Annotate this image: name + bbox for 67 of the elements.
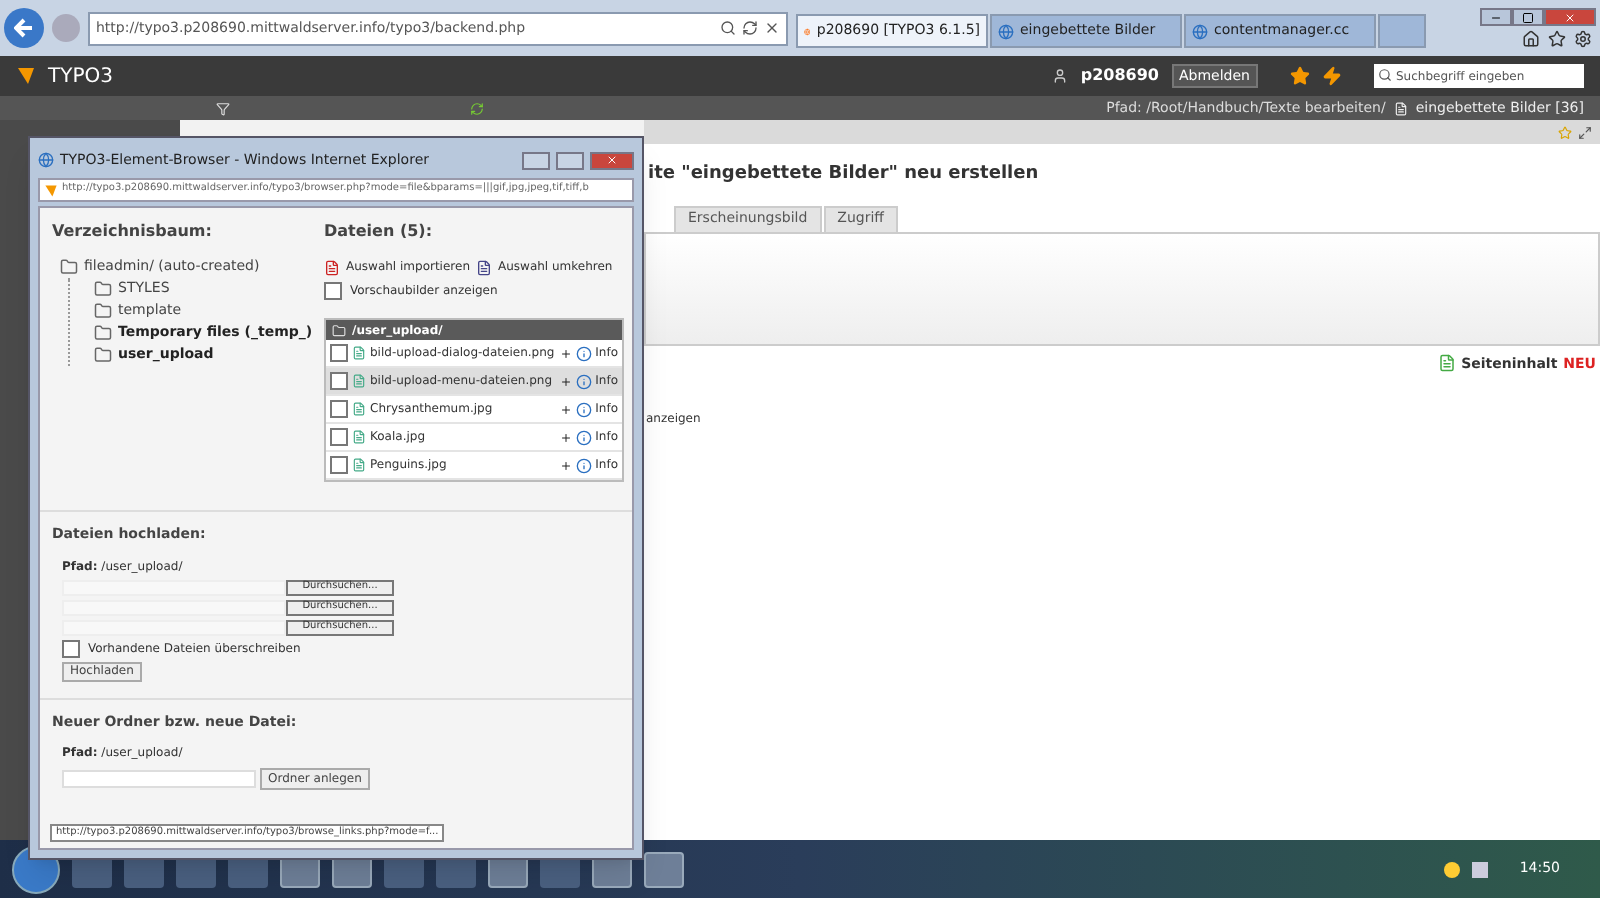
browser-icon <box>38 152 54 168</box>
section-heading: Verzeichnisbaum: <box>52 220 214 244</box>
star-icon[interactable] <box>1548 30 1566 48</box>
image-file-icon <box>352 374 366 388</box>
checkbox[interactable] <box>330 400 348 418</box>
folder-icon <box>60 258 78 276</box>
page-heading: ite "eingebettete Bilder" neu erstellen <box>648 162 1041 188</box>
info-icon <box>575 373 592 389</box>
back-button[interactable] <box>4 8 44 48</box>
invert-icon <box>476 259 492 275</box>
refresh-icon[interactable] <box>470 101 484 115</box>
checkbox[interactable] <box>330 428 348 446</box>
minimize-icon <box>1490 11 1502 23</box>
maximize-button[interactable] <box>1512 8 1544 26</box>
file-input[interactable] <box>62 579 286 595</box>
info-icon <box>575 429 592 445</box>
plus-icon[interactable] <box>559 403 572 415</box>
info-icon <box>575 345 592 361</box>
folder-icon <box>94 302 112 320</box>
folder-icon <box>94 324 112 342</box>
search-icon <box>1378 68 1392 82</box>
maximize-icon <box>1522 11 1534 23</box>
checkbox[interactable] <box>330 372 348 390</box>
close-icon[interactable] <box>764 20 780 36</box>
settings-icon[interactable] <box>1574 30 1592 48</box>
lightning-icon[interactable] <box>1322 66 1342 86</box>
plus-icon[interactable] <box>559 459 572 471</box>
section-heading: Dateien (5): <box>324 220 435 244</box>
logo-icon <box>44 183 58 197</box>
fullscreen-icon[interactable] <box>1578 125 1592 139</box>
folder-icon <box>94 346 112 364</box>
close-icon <box>606 154 618 166</box>
checkbox[interactable] <box>62 639 80 657</box>
user-name[interactable]: p208690 <box>1080 64 1159 88</box>
checkbox[interactable] <box>324 282 342 300</box>
left-arrow-icon <box>14 18 34 38</box>
image-file-icon <box>352 458 366 472</box>
minimize-button[interactable] <box>522 151 550 169</box>
refresh-icon[interactable] <box>742 20 758 36</box>
close-button[interactable] <box>590 151 634 169</box>
checkbox[interactable] <box>330 456 348 474</box>
plus-icon[interactable] <box>559 431 572 443</box>
logo-icon <box>16 66 36 86</box>
taskbar-app-icon[interactable] <box>644 851 684 887</box>
user-icon <box>1052 68 1069 84</box>
file-input[interactable] <box>62 619 286 635</box>
import-icon <box>324 259 340 275</box>
file-input[interactable] <box>62 599 286 615</box>
home-icon[interactable] <box>1522 30 1540 48</box>
star-icon[interactable] <box>1290 66 1310 86</box>
close-icon <box>1564 11 1576 23</box>
plus-icon[interactable] <box>559 347 572 359</box>
folder-icon <box>332 323 346 337</box>
folder-name-input[interactable] <box>62 770 256 788</box>
new-content-icon[interactable] <box>1437 354 1456 373</box>
logo-text[interactable]: TYPO3 <box>48 61 113 91</box>
filter-icon[interactable] <box>216 101 230 115</box>
star-icon[interactable] <box>1558 125 1572 139</box>
image-file-icon <box>352 430 366 444</box>
info-icon <box>575 457 592 473</box>
folder-icon <box>94 280 112 298</box>
search-icon[interactable] <box>720 20 736 36</box>
info-icon <box>575 401 592 417</box>
checkbox[interactable] <box>330 344 348 362</box>
plus-icon[interactable] <box>559 375 572 387</box>
image-file-icon <box>352 402 366 416</box>
image-file-icon <box>352 346 366 360</box>
